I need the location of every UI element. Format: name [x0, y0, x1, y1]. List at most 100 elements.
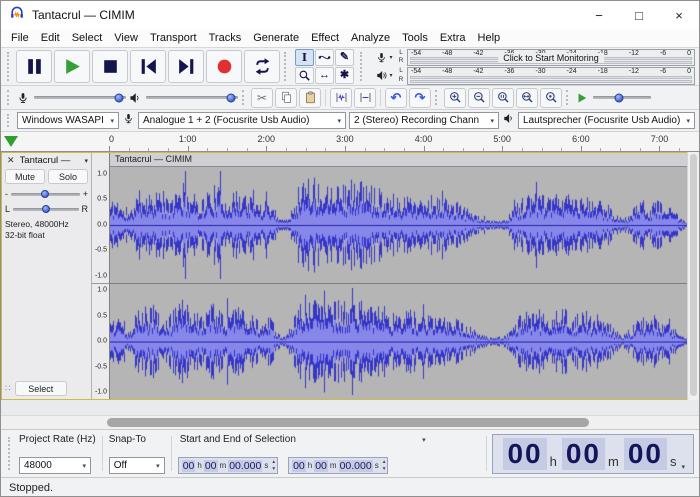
playback-device-select[interactable]: Lautsprecher (Focusrite Usb Audio) ▾	[518, 112, 695, 129]
slider-thumb[interactable]	[226, 93, 235, 102]
timeline-ruler[interactable]: 01:002:003:004:005:006:007:00	[1, 132, 699, 152]
snap-to-select[interactable]: Off ▾	[109, 457, 165, 474]
titlebar: Tantacrul — CIMIM − □ ×	[1, 1, 699, 29]
project-rate-select[interactable]: 48000 ▾	[19, 457, 91, 474]
toolbar-grip[interactable]	[566, 90, 571, 105]
skip-to-end-button[interactable]	[168, 50, 204, 83]
clip-title-bar[interactable]: Tantacrul — CIMIM	[110, 153, 688, 167]
menu-item[interactable]: Transport	[144, 30, 203, 46]
toolbar-grip[interactable]	[435, 90, 440, 105]
slider-thumb[interactable]	[41, 190, 49, 198]
zoom-tool-button[interactable]	[295, 67, 314, 84]
envelope-tool-button[interactable]	[315, 49, 334, 66]
undo-button[interactable]: ↶	[385, 88, 407, 108]
menu-item[interactable]: Generate	[247, 30, 305, 46]
slider-thumb[interactable]	[42, 205, 50, 213]
selection-end-field[interactable]: 00h 00m 00.000s ▴▾	[288, 457, 388, 474]
zoom-fit-button[interactable]	[516, 88, 538, 108]
toolbar-grip[interactable]	[8, 437, 13, 470]
loop-button[interactable]	[244, 50, 280, 83]
toolbar-grip[interactable]	[7, 90, 12, 105]
select-track-button[interactable]: Select	[15, 381, 67, 396]
menu-item[interactable]: View	[108, 30, 144, 46]
play-button[interactable]	[54, 50, 90, 83]
redo-button[interactable]: ↷	[409, 88, 431, 108]
vertical-ruler-left-channel[interactable]: 1.00.50.0-0.5-1.0	[92, 167, 109, 283]
solo-button[interactable]: Solo	[48, 169, 88, 184]
menu-item[interactable]: Help	[472, 30, 507, 46]
zoom-selection-button[interactable]	[492, 88, 514, 108]
paste-button[interactable]	[299, 88, 321, 108]
vertical-scrollbar[interactable]	[687, 152, 699, 400]
mute-button[interactable]: Mute	[5, 169, 45, 184]
toolbar-grip[interactable]	[7, 52, 12, 81]
pan-right-label: R	[82, 204, 89, 214]
slider-thumb[interactable]	[114, 93, 123, 102]
ibeam-icon: I	[302, 52, 307, 63]
horizontal-scrollbar-thumb[interactable]	[107, 418, 589, 427]
record-button[interactable]	[206, 50, 242, 83]
undo-icon: ↶	[391, 90, 402, 106]
toolbar-grip[interactable]	[284, 52, 289, 81]
menu-item[interactable]: Tracks	[203, 30, 248, 46]
draw-tool-button[interactable]: ✎	[335, 49, 354, 66]
time-shift-tool-button[interactable]: ↔	[315, 67, 334, 84]
vertical-scale-ruler[interactable]: 1.00.50.0-0.5-1.0 1.00.50.0-0.5-1.0	[92, 153, 110, 399]
spinner-icon[interactable]: ▴▾	[272, 459, 275, 471]
recording-device-select[interactable]: Analogue 1 + 2 (Focusrite Usb Audio) ▾	[138, 112, 346, 129]
horizontal-scrollbar[interactable]	[1, 415, 699, 429]
selection-start-field[interactable]: 00h 00m 00.000s ▴▾	[178, 457, 278, 474]
vertical-scrollbar-thumb[interactable]	[690, 154, 697, 396]
menu-item[interactable]: Effect	[305, 30, 345, 46]
spinner-icon[interactable]: ▴▾	[383, 459, 386, 471]
pan-slider[interactable]: L R	[5, 204, 88, 214]
menu-item[interactable]: Edit	[35, 30, 66, 46]
menu-item[interactable]: Extra	[434, 30, 472, 46]
timeline-scale[interactable]: 01:002:003:004:005:006:007:00	[109, 132, 687, 151]
menu-item[interactable]: Tools	[396, 30, 434, 46]
maximize-button[interactable]: □	[619, 1, 659, 29]
playback-volume-slider[interactable]	[128, 91, 238, 105]
recording-channels-select[interactable]: 2 (Stereo) Recording Chann ▾	[349, 112, 499, 129]
gain-slider[interactable]: - +	[5, 189, 88, 199]
toolbar-grip[interactable]	[7, 114, 12, 127]
pause-button[interactable]	[16, 50, 52, 83]
recording-meter[interactable]: ▾ LR -54-48-42-36-30-24-18-12-60 Click t…	[373, 49, 695, 67]
close-track-button[interactable]: ✕	[5, 155, 17, 166]
zoom-out-button[interactable]	[468, 88, 490, 108]
zoom-in-button[interactable]	[444, 88, 466, 108]
menu-item[interactable]: Select	[66, 30, 109, 46]
menu-item[interactable]: Analyze	[345, 30, 396, 46]
slider-thumb[interactable]	[615, 93, 624, 102]
recording-volume-slider[interactable]	[16, 91, 126, 105]
audio-position-display[interactable]: 00h 00m 00s ▾	[492, 434, 694, 474]
monitoring-label[interactable]: Click to Start Monitoring	[498, 53, 604, 63]
zoom-toggle-button[interactable]	[540, 88, 562, 108]
minimize-button[interactable]: −	[579, 1, 619, 29]
trim-audio-button[interactable]	[330, 88, 352, 108]
selection-tool-button[interactable]: I	[295, 49, 314, 66]
multi-tool-button[interactable]: ✱	[335, 67, 354, 84]
zoom-selection-icon	[496, 90, 511, 105]
play-at-speed-slider[interactable]	[575, 91, 651, 105]
close-button[interactable]: ×	[659, 1, 699, 29]
silence-audio-button[interactable]	[354, 88, 376, 108]
skip-to-start-button[interactable]	[130, 50, 166, 83]
copy-button[interactable]	[275, 88, 297, 108]
waveform-right-channel[interactable]	[110, 284, 688, 400]
audio-clip[interactable]: Tantacrul — CIMIM	[110, 153, 688, 399]
cut-button[interactable]: ✂	[251, 88, 273, 108]
playhead-pin-icon[interactable]	[4, 136, 18, 147]
waveform-left-channel[interactable]	[110, 167, 688, 283]
meter-scale-number: -42	[473, 68, 483, 75]
selection-mode-select[interactable]: Start and End of Selection ▾	[178, 433, 428, 446]
audio-host-select[interactable]: Windows WASAPI ▾	[17, 112, 119, 129]
track-name-menu[interactable]: Tantacrul — ▾	[20, 155, 88, 166]
toolbar-grip[interactable]	[360, 52, 365, 81]
meter-channel-label: L	[397, 50, 405, 57]
toolbar-grip[interactable]	[242, 90, 247, 105]
menu-item[interactable]: File	[5, 30, 35, 46]
stop-button[interactable]	[92, 50, 128, 83]
vertical-ruler-right-channel[interactable]: 1.00.50.0-0.5-1.0	[92, 283, 109, 400]
playback-meter[interactable]: ▾ LR -54-48-42-36-30-24-18-12-60	[373, 67, 695, 85]
